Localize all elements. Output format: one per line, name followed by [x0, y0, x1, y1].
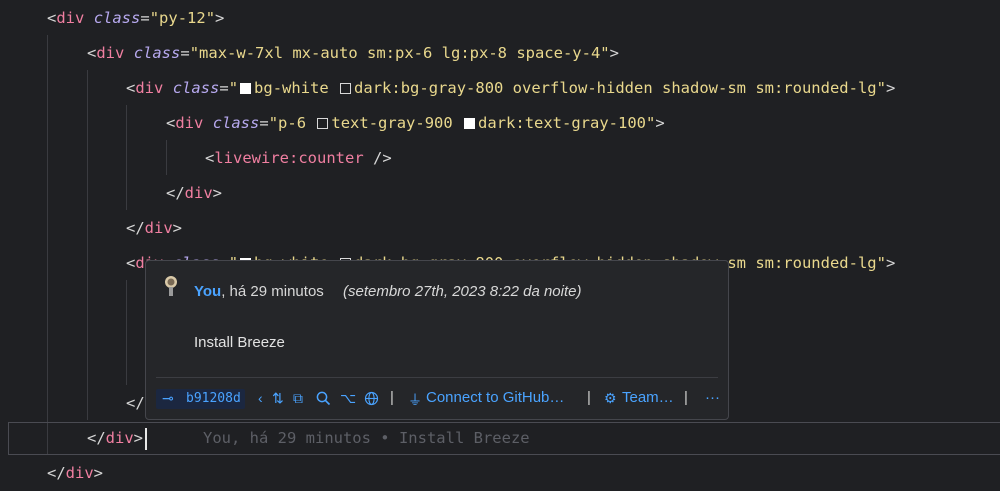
previous-icon[interactable]: ‹	[258, 390, 263, 406]
code-token: class	[93, 9, 141, 27]
code-token: <	[126, 254, 136, 272]
code-line[interactable]: <div class=" bg-white dark:bg-gray-800 ov…	[0, 71, 1000, 106]
commit-hash-label: b91208d	[186, 391, 241, 406]
compare-icon[interactable]: ⇅	[272, 390, 284, 407]
separator: |	[684, 389, 688, 406]
code-token: "max-w-7xl mx-auto sm:px-6 lg:px-8 space…	[189, 44, 610, 62]
code-token: =	[180, 44, 190, 62]
code-token: >	[93, 464, 104, 482]
indent-guide	[126, 280, 127, 385]
code-token: <	[205, 149, 215, 167]
code-token: "	[228, 79, 239, 97]
code-token: class	[133, 44, 181, 62]
code-token: class	[212, 114, 260, 132]
inline-blame-annotation[interactable]: You, há 29 minutos • Install Breeze	[203, 421, 530, 456]
code-token: "py-12"	[149, 9, 216, 27]
code-line[interactable]: <div class="p-6 text-gray-900 dark:text-…	[0, 106, 1000, 141]
code-token: </	[126, 219, 145, 237]
author-relative-time: , há 29 minutos	[221, 283, 324, 300]
color-swatch[interactable]	[317, 118, 329, 129]
commit-message: Install Breeze	[194, 334, 285, 351]
code-token: />	[373, 149, 392, 167]
code-token: >	[655, 114, 665, 132]
code-token: </	[126, 394, 145, 412]
code-token: div	[56, 9, 85, 27]
color-swatch[interactable]	[240, 83, 252, 94]
code-token: >	[172, 219, 183, 237]
connect-to-github-link[interactable]: Connect to GitHub…	[426, 389, 564, 406]
search-icon[interactable]	[316, 391, 331, 406]
code-line[interactable]: <div class="py-12">	[0, 1, 1000, 36]
color-swatch[interactable]	[464, 118, 476, 129]
code-token: text-gray-900	[331, 114, 463, 132]
code-token: div	[65, 464, 94, 482]
code-token: <	[47, 9, 57, 27]
code-token: div	[144, 219, 173, 237]
code-token: =	[259, 114, 269, 132]
code-token: bg-white	[254, 79, 339, 97]
separator: |	[390, 389, 394, 406]
code-token: >	[212, 184, 223, 202]
separator: |	[587, 389, 591, 406]
commit-icon: ⊸	[162, 390, 174, 406]
avatar	[165, 276, 177, 296]
commit-author: You, há 29 minutos	[194, 283, 324, 300]
team-icon: ⚙	[604, 390, 617, 406]
changes-icon[interactable]: ⧉	[293, 390, 303, 407]
text-cursor	[145, 428, 147, 450]
code-token: div	[135, 79, 164, 97]
commit-hash-button[interactable]: ⊸ b91208d	[156, 389, 245, 409]
author-name-link[interactable]: You	[194, 283, 221, 300]
divider	[156, 377, 718, 378]
code-line[interactable]: <div class="max-w-7xl mx-auto sm:px-6 lg…	[0, 36, 1000, 71]
globe-icon[interactable]	[364, 391, 379, 406]
code-token: >	[885, 79, 896, 97]
code-token: </	[47, 464, 66, 482]
code-token: >	[609, 44, 619, 62]
code-token: </	[166, 184, 185, 202]
code-line[interactable]: </div>	[0, 456, 1000, 491]
code-line[interactable]: </div>	[0, 211, 1000, 246]
code-token: dark:bg-gray-800 overflow-hidden shadow-…	[354, 79, 886, 97]
code-token: div	[96, 44, 125, 62]
code-token: div	[184, 184, 213, 202]
code-token: class	[172, 79, 220, 97]
hover-action-bar: ⊸ b91208d ‹ ⇅ ⧉ ⌥ | ⏚ Connect to GitHub……	[146, 377, 728, 419]
code-line[interactable]: <livewire:counter />	[0, 141, 1000, 176]
code-token: <	[166, 114, 176, 132]
team-link[interactable]: Team…	[622, 389, 674, 406]
color-swatch[interactable]	[340, 83, 352, 94]
code-token: >	[215, 9, 225, 27]
plug-icon: ⏚	[408, 392, 422, 408]
code-token: livewire:counter	[214, 149, 364, 167]
git-blame-hover-card: You, há 29 minutos (setembro 27th, 2023 …	[145, 260, 729, 420]
graph-icon[interactable]: ⌥	[340, 390, 356, 407]
code-token: <	[87, 44, 97, 62]
code-token: "p-6	[268, 114, 316, 132]
code-token: <	[126, 79, 136, 97]
code-token: >	[885, 254, 896, 272]
code-line[interactable]: </div>	[0, 176, 1000, 211]
code-token: =	[140, 9, 150, 27]
commit-date: (setembro 27th, 2023 8:22 da noite)	[343, 283, 582, 300]
code-token: =	[219, 79, 229, 97]
more-actions-button[interactable]: ···	[705, 389, 720, 406]
code-token: dark:text-gray-100"	[478, 114, 656, 132]
code-token: div	[175, 114, 204, 132]
